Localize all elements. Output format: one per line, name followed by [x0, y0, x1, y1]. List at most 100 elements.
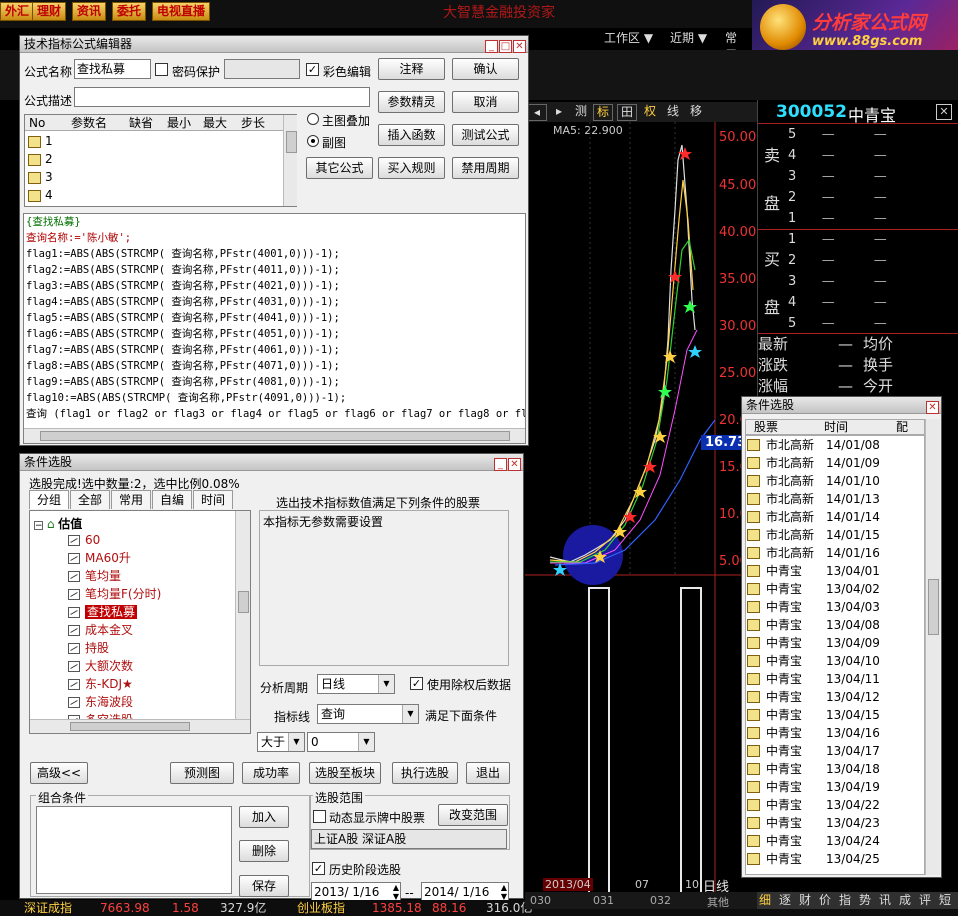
tab-price[interactable]: 价 — [819, 892, 831, 909]
tab-tick[interactable]: 逐 — [779, 892, 791, 909]
close-icon[interactable]: ✕ — [936, 104, 952, 120]
tab-all[interactable]: 全部 — [70, 490, 110, 509]
buy-rule-button[interactable]: 买入规则 — [378, 157, 445, 179]
stock-list-scrollbar[interactable] — [925, 419, 940, 875]
list-item[interactable]: 中青宝 13/04/09 — [746, 634, 924, 652]
finance-button[interactable]: 理财 — [32, 2, 67, 21]
list-item[interactable]: 中青宝 13/04/03 — [746, 598, 924, 616]
tree-item[interactable]: 持股 — [68, 639, 109, 657]
list-item[interactable]: 中青宝 13/04/23 — [746, 814, 924, 832]
formula-name-input[interactable]: 查找私募 — [74, 59, 151, 79]
cancel-button[interactable]: 取消 — [452, 91, 519, 113]
window-title-bar[interactable]: 条件选股 _ ✕ — [20, 454, 523, 471]
tree-item[interactable]: 笔均量 — [68, 567, 121, 585]
tab-031[interactable]: 031 — [593, 894, 614, 907]
formula-desc-input[interactable] — [74, 87, 370, 107]
param-wizard-button[interactable]: 参数精灵 — [378, 91, 445, 113]
list-item[interactable]: 市北高新 14/01/14 — [746, 508, 924, 526]
workspace-menu[interactable]: 工作区 ▼ — [604, 29, 653, 46]
color-edit-checkbox[interactable]: ✓ — [306, 63, 319, 76]
select-to-block-button[interactable]: 选股至板块 — [309, 762, 381, 784]
sub-chart-radio[interactable] — [307, 135, 319, 147]
tree-horizontal-scrollbar[interactable] — [30, 719, 250, 733]
recent-menu[interactable]: 近期 ▼ — [670, 29, 707, 46]
tree-item[interactable]: 东-KDJ★ — [68, 675, 133, 693]
tree-item-selected[interactable]: 查找私募 — [68, 603, 138, 621]
close-icon[interactable]: ✕ — [926, 401, 939, 414]
tree-root[interactable]: − ⌂ 估值 — [34, 515, 82, 532]
list-item[interactable]: 中青宝 13/04/12 — [746, 688, 924, 706]
list-item[interactable]: 市北高新 14/01/13 — [746, 490, 924, 508]
tree-vertical-scrollbar[interactable] — [235, 511, 250, 719]
tree-item[interactable]: MA60升 — [68, 549, 131, 567]
window-title-bar[interactable]: 条件选股 ✕ — [742, 397, 941, 414]
tree-item[interactable]: 成本金叉 — [68, 621, 133, 639]
tab-custom[interactable]: 自编 — [152, 490, 192, 509]
param-row[interactable]: 4 — [25, 186, 283, 204]
param-row[interactable]: 1 — [25, 132, 283, 150]
disable-period-button[interactable]: 禁用周期 — [452, 157, 519, 179]
list-item[interactable]: 中青宝 13/04/16 — [746, 724, 924, 742]
tab-review[interactable]: 评 — [919, 892, 931, 909]
window-title-bar[interactable]: 技术指标公式编辑器 _ □ ✕ — [20, 36, 528, 53]
advanced-button[interactable]: 高级<< — [30, 762, 88, 784]
formula-code-editor[interactable]: {查找私募} 查询名称:='陈小敏'; flag1:=ABS(ABS(STRCM… — [23, 213, 526, 444]
param-scrollbar[interactable] — [283, 115, 297, 206]
list-item[interactable]: 中青宝 13/04/02 — [746, 580, 924, 598]
tab-index[interactable]: 指 — [839, 892, 851, 909]
list-item[interactable]: 中青宝 13/04/11 — [746, 670, 924, 688]
tab-time[interactable]: 时间 — [193, 490, 233, 509]
list-item[interactable]: 中青宝 13/04/22 — [746, 796, 924, 814]
threshold-select[interactable]: 0 ▼ — [307, 732, 375, 752]
close-icon[interactable]: ✕ — [508, 458, 521, 471]
tv-live-button[interactable]: 电视直播 — [152, 2, 211, 21]
list-item[interactable]: 中青宝 13/04/10 — [746, 652, 924, 670]
insert-function-button[interactable]: 插入函数 — [378, 124, 445, 146]
tab-news[interactable]: 讯 — [879, 892, 891, 909]
tab-032[interactable]: 032 — [650, 894, 671, 907]
list-item[interactable]: 市北高新 14/01/10 — [746, 472, 924, 490]
param-row[interactable]: 3 — [25, 168, 283, 186]
list-item[interactable]: 中青宝 13/04/19 — [746, 778, 924, 796]
tab-detail[interactable]: 细 — [759, 892, 771, 909]
exit-button[interactable]: 退出 — [466, 762, 510, 784]
comment-button[interactable]: 注释 — [378, 58, 445, 80]
tab-common[interactable]: 常用 — [111, 490, 151, 509]
list-item[interactable]: 市北高新 14/01/16 — [746, 544, 924, 562]
period-select[interactable]: 日线 ▼ — [317, 674, 395, 694]
list-item[interactable]: 中青宝 13/04/24 — [746, 832, 924, 850]
success-rate-button[interactable]: 成功率 — [242, 762, 300, 784]
minimize-icon[interactable]: _ — [485, 40, 498, 53]
list-item[interactable]: 市北高新 14/01/08 — [746, 436, 924, 454]
tab-other[interactable]: 其他 — [707, 894, 729, 910]
forex-button[interactable]: 外汇 — [0, 2, 35, 21]
execute-selection-button[interactable]: 执行选股 — [392, 762, 458, 784]
date-to-input[interactable]: 2014/ 1/16 ▲ ▼ — [421, 882, 509, 902]
save-button[interactable]: 保存 — [239, 875, 289, 897]
code-horizontal-scrollbar[interactable] — [24, 428, 525, 443]
close-icon[interactable]: ✕ — [513, 40, 526, 53]
list-item[interactable]: 中青宝 13/04/01 — [746, 562, 924, 580]
list-item[interactable]: 中青宝 13/04/17 — [746, 742, 924, 760]
other-formula-button[interactable]: 其它公式 — [306, 157, 373, 179]
add-button[interactable]: 加入 — [239, 806, 289, 828]
password-checkbox[interactable] — [155, 63, 168, 76]
test-formula-button[interactable]: 测试公式 — [452, 124, 519, 146]
kline-chart[interactable]: ◂ ▸ 测 标 田 权 线 移 MA5: 22.900 50.00 45.00 … — [525, 100, 757, 900]
list-item[interactable]: 市北高新 14/01/09 — [746, 454, 924, 472]
combo-condition-list[interactable] — [36, 806, 232, 894]
tree-item[interactable]: 大额次数 — [68, 657, 133, 675]
main-overlay-radio[interactable] — [307, 113, 319, 125]
indicator-line-select[interactable]: 查询 ▼ — [317, 704, 419, 724]
news-button[interactable]: 资讯 — [72, 2, 107, 21]
date-from-input[interactable]: 2013/ 1/16 ▲ ▼ — [311, 882, 401, 902]
tab-volume[interactable]: 成 — [899, 892, 911, 909]
tab-030[interactable]: 030 — [530, 894, 551, 907]
delete-button[interactable]: 删除 — [239, 840, 289, 862]
trade-button[interactable]: 委托 — [112, 2, 147, 21]
tree-item[interactable]: 东海波段 — [68, 693, 133, 711]
history-checkbox[interactable]: ✓ — [312, 862, 325, 875]
password-input[interactable] — [224, 59, 300, 79]
minimize-icon[interactable]: _ — [494, 458, 507, 471]
dynamic-display-checkbox[interactable] — [313, 810, 326, 823]
